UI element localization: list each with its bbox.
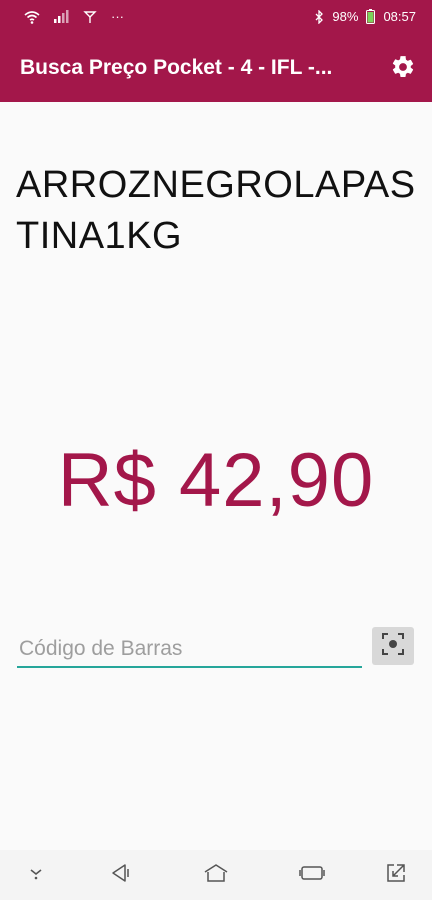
page-title: Busca Preço Pocket - 4 - IFL -... bbox=[20, 56, 333, 79]
antenna-icon bbox=[83, 10, 97, 24]
recents-icon bbox=[299, 864, 325, 887]
back-icon bbox=[109, 863, 131, 888]
wifi-icon bbox=[24, 10, 40, 24]
overflow-dots: ··· bbox=[111, 9, 124, 24]
back-button[interactable] bbox=[106, 862, 134, 888]
home-icon bbox=[203, 863, 229, 888]
signal-icon bbox=[54, 10, 69, 23]
product-price: R$ 42,90 bbox=[57, 438, 375, 523]
battery-icon bbox=[366, 9, 376, 24]
scan-button[interactable] bbox=[372, 627, 414, 665]
clock: 08:57 bbox=[383, 9, 416, 24]
recents-button[interactable] bbox=[298, 862, 326, 888]
barcode-input[interactable] bbox=[17, 632, 362, 668]
scan-icon bbox=[382, 632, 404, 660]
settings-button[interactable] bbox=[386, 52, 420, 86]
resize-button[interactable] bbox=[382, 862, 410, 888]
gear-icon bbox=[390, 54, 416, 85]
product-name: ARROZNEGROLAPASTINA1KG bbox=[16, 164, 416, 257]
bluetooth-icon bbox=[314, 9, 324, 24]
resize-icon bbox=[386, 863, 406, 888]
collapse-button[interactable] bbox=[22, 862, 50, 888]
home-button[interactable] bbox=[202, 862, 230, 888]
battery-percentage: 98% bbox=[332, 9, 359, 24]
navigation-bar bbox=[0, 850, 432, 900]
status-bar: ··· 98% 08:57 bbox=[0, 0, 432, 34]
app-bar: ··· 98% 08:57 Busca Preço Pocket - 4 - I… bbox=[0, 0, 432, 102]
collapse-icon bbox=[28, 866, 44, 885]
